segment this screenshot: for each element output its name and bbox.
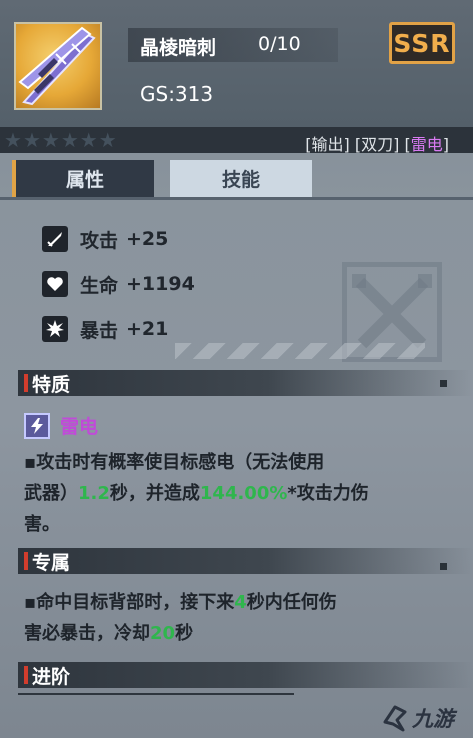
hazard-stripe: [175, 343, 425, 359]
desc-highlight: 1.2: [78, 483, 110, 504]
desc-text: 害。: [24, 514, 60, 535]
desc-text: ▪命中目标背部时，接下来: [24, 592, 235, 613]
desc-text: 秒，并造成: [109, 483, 200, 504]
stat-value: +21: [126, 318, 169, 340]
item-icon-frame[interactable]: [14, 22, 102, 110]
stat-health: 生命 +1194: [42, 269, 195, 299]
heart-icon: [42, 271, 68, 297]
star-icon: ★: [4, 128, 22, 152]
star-icon: ★: [60, 128, 79, 152]
stat-label: 攻击: [80, 229, 119, 252]
star-icon: ★: [22, 128, 41, 152]
sword-icon: [42, 226, 68, 252]
star-icon: ★: [79, 128, 98, 152]
tab-skills[interactable]: 技能: [170, 160, 312, 197]
star-icon: ★: [41, 128, 60, 152]
desc-text: 秒内任何伤: [246, 592, 337, 613]
desc-text: ▪攻击时有概率使目标感电（无法使用: [24, 452, 325, 473]
trait-heading: 雷电: [24, 412, 98, 439]
section-header-trait: [18, 370, 473, 396]
section-header-advance: [18, 662, 473, 688]
gear-score: GS:313: [140, 82, 214, 106]
section-title-exclusive: 专属: [32, 552, 71, 574]
section-dot: [440, 563, 447, 570]
desc-text: 武器）: [24, 483, 78, 504]
trait-description: ▪攻击时有概率使目标感电（无法使用 武器）1.2秒，并造成144.00%*攻击力…: [24, 447, 434, 540]
jiuyou-logo-icon: [383, 705, 407, 732]
exclusive-description: ▪命中目标背部时，接下来4秒内任何伤 害必暴击，冷却20秒: [24, 587, 434, 649]
tab-attributes[interactable]: 属性: [12, 160, 154, 197]
trait-name: 雷电: [60, 416, 99, 438]
desc-highlight: 4: [234, 592, 247, 613]
watermark-text: 九游: [412, 707, 454, 731]
dual-blade-icon: [18, 26, 96, 106]
stat-value: +25: [126, 228, 169, 250]
stat-label: 生命: [80, 274, 119, 297]
stat-label: 暴击: [80, 319, 119, 342]
section-marker: [24, 666, 28, 684]
section-header-exclusive: [18, 548, 473, 574]
tab-divider: [0, 197, 473, 200]
desc-text: 秒: [175, 623, 194, 644]
watermark-logo: 九游: [381, 703, 454, 733]
item-header: 晶棱暗刺 0/10 GS:313 SSR: [0, 0, 473, 128]
divider: [18, 693, 294, 695]
item-tags: [输出] [双刀] [雷电]: [305, 131, 449, 155]
tab-bar: 属性 技能: [12, 160, 312, 197]
desc-highlight: 20: [150, 623, 176, 644]
tag-bracket-close: ]: [442, 135, 449, 154]
section-title-advance: 进阶: [32, 666, 71, 688]
tag-dual-blade: [双刀]: [354, 135, 400, 154]
stat-value: +1194: [126, 273, 195, 295]
section-title-trait: 特质: [32, 374, 71, 396]
section-marker: [24, 374, 28, 392]
tag-output: [输出]: [305, 135, 350, 154]
desc-text: 害必暴击，冷却: [24, 623, 150, 644]
rarity-badge: SSR: [389, 22, 455, 64]
lightning-icon: [24, 412, 50, 439]
star-icon: ★: [98, 128, 117, 152]
item-name: 晶棱暗刺: [140, 37, 217, 59]
tag-thunder: 雷电: [410, 135, 443, 154]
equipment-detail-panel: 晶棱暗刺 0/10 GS:313 SSR ★ ★ ★ ★ ★ ★ [输出] [双刀] [雷…: [0, 0, 473, 738]
section-marker: [24, 552, 28, 570]
stat-crit: 暴击 +21: [42, 314, 168, 344]
stat-attack: 攻击 +25: [42, 224, 168, 254]
star-rating: ★ ★ ★ ★ ★ ★: [4, 127, 117, 153]
desc-text: *攻击力伤: [287, 483, 369, 504]
desc-highlight: 144.00%: [199, 483, 288, 504]
item-level: 0/10: [258, 33, 301, 55]
section-dot: [440, 380, 447, 387]
burst-icon: [42, 316, 68, 342]
